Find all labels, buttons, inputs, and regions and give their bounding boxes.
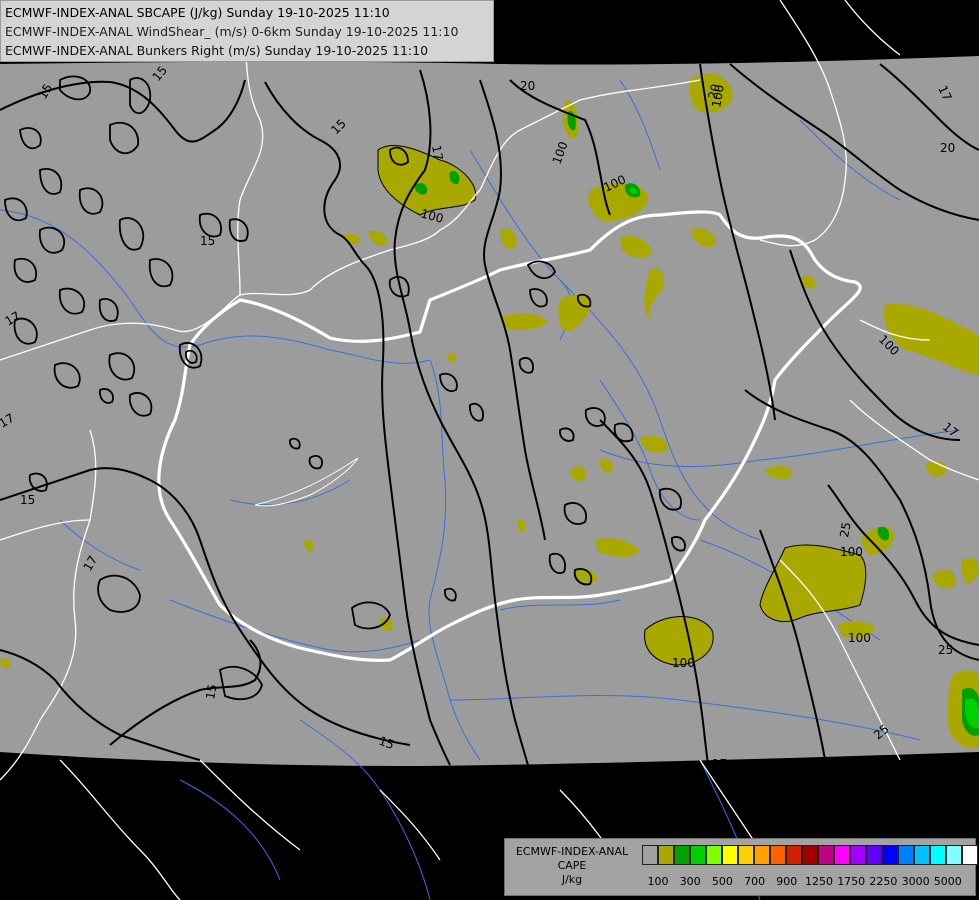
legend-swatch — [658, 845, 674, 865]
legend-swatch — [770, 845, 786, 865]
legend-swatch — [818, 845, 834, 865]
title-line-sbcape: ECMWF-INDEX-ANAL SBCAPE (J/kg) Sunday 19… — [5, 5, 390, 20]
cape-legend: ECMWF-INDEX-ANAL CAPE J/kg 100 300 500 700 9… — [504, 838, 978, 896]
legend-swatch — [930, 845, 946, 865]
legend-swatch — [722, 845, 738, 865]
legend-swatch — [882, 845, 898, 865]
legend-swatch — [962, 845, 978, 865]
legend-swatch — [706, 845, 722, 865]
legend-unit: J/kg — [561, 873, 583, 886]
legend-title-field: CAPE — [557, 859, 587, 872]
map-title-box: ECMWF-INDEX-ANAL SBCAPE (J/kg) Sunday 19… — [0, 0, 494, 62]
legend-tick-label: 1750 — [837, 875, 866, 888]
legend-tick-label: 2250 — [869, 875, 898, 888]
title-line-bunkers: ECMWF-INDEX-ANAL Bunkers Right (m/s) Sun… — [5, 43, 429, 58]
contour-label: 15 — [200, 234, 215, 248]
legend-tick-label: 300 — [679, 875, 701, 888]
legend-tick-labels: 100 300 500 700 900 1250 1750 2250 3000 5000 — [642, 875, 972, 889]
legend-title: ECMWF-INDEX-ANAL CAPE J/kg — [508, 845, 636, 887]
legend-swatch — [738, 845, 754, 865]
legend-tick-label: 1250 — [805, 875, 833, 888]
legend-title-source: ECMWF-INDEX-ANAL — [515, 845, 629, 858]
legend-swatch — [690, 845, 706, 865]
legend-tick-label: 5000 — [933, 875, 962, 888]
map-canvas: 15 15 15 15 15 15 17 17 17 17 17 17 17 1… — [0, 0, 979, 900]
legend-tick-label: 500 — [711, 875, 733, 888]
contour-label: 100 — [848, 631, 871, 645]
legend-tick-label: 100 — [647, 875, 669, 888]
contour-label: 15 — [203, 683, 219, 700]
legend-swatch — [642, 845, 658, 865]
legend-swatch — [786, 845, 802, 865]
legend-swatch — [754, 845, 770, 865]
legend-swatch — [898, 845, 914, 865]
legend-swatch — [946, 845, 962, 865]
legend-swatch — [850, 845, 866, 865]
legend-tick-label: 3000 — [901, 875, 930, 888]
legend-swatch — [834, 845, 850, 865]
contour-label: 100 — [840, 545, 863, 559]
contour-label: 17 — [712, 757, 727, 771]
contour-label: 20 — [940, 141, 955, 155]
contour-label: 25 — [938, 643, 953, 657]
weather-map: 15 15 15 15 15 15 17 17 17 17 17 17 17 1… — [0, 0, 979, 900]
legend-tick-label: 900 — [776, 875, 798, 888]
legend-swatch — [866, 845, 882, 865]
contour-label: 17 — [429, 144, 445, 161]
legend-swatch — [802, 845, 818, 865]
contour-label: 15 — [20, 493, 35, 507]
contour-label: 100 — [672, 656, 695, 670]
legend-color-scale — [642, 845, 978, 867]
data-domain — [0, 56, 979, 766]
contour-label: 20 — [520, 79, 535, 93]
legend-swatch — [914, 845, 930, 865]
contour-label: 25 — [837, 521, 853, 538]
legend-tick-label: 700 — [744, 875, 766, 888]
title-line-windshear: ECMWF-INDEX-ANAL WindShear_ (m/s) 0-6km … — [5, 24, 459, 39]
legend-swatch — [674, 845, 690, 865]
